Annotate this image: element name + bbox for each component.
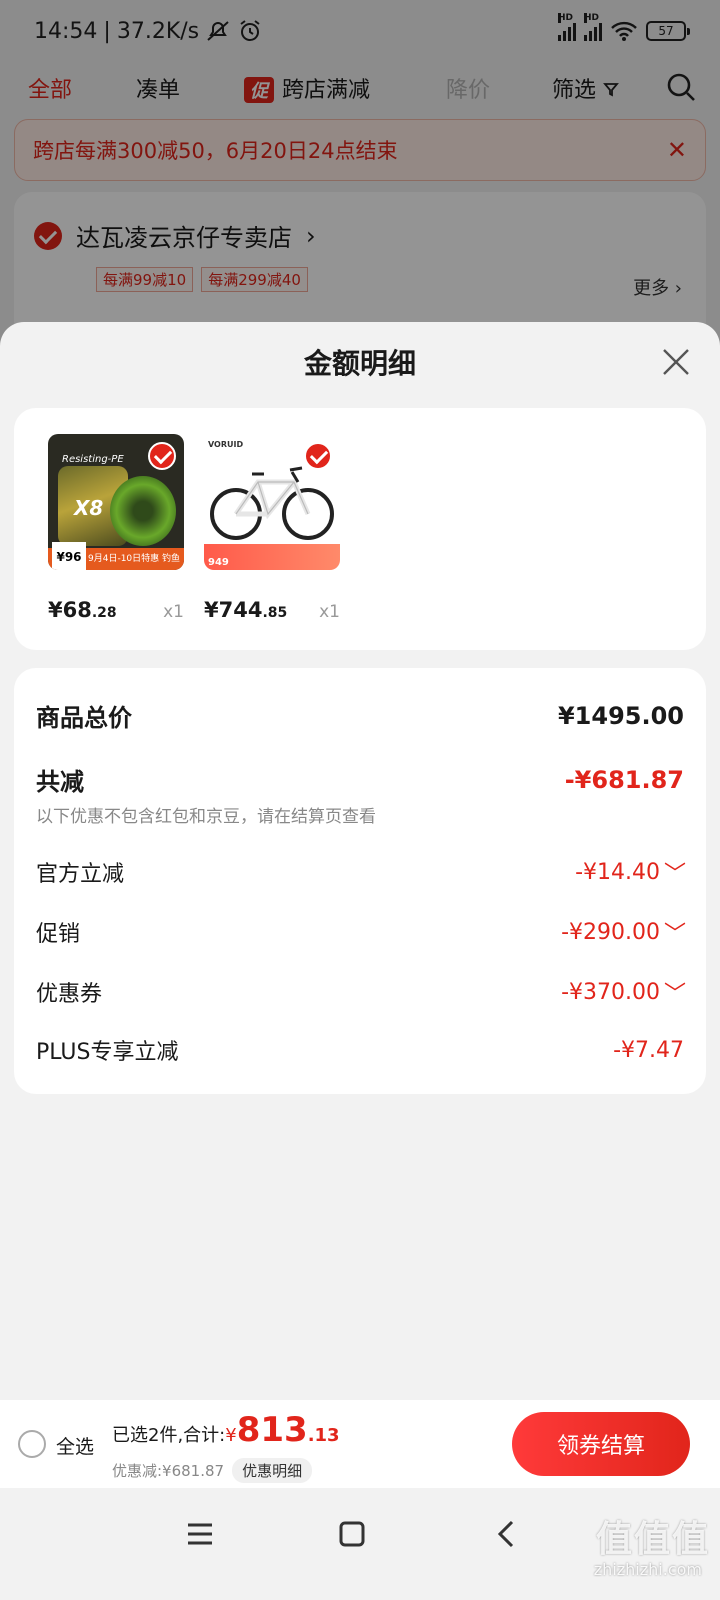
watermark-logo: 值值值 — [595, 1519, 710, 1560]
product-image-subtitle: Resisting-PE — [62, 454, 124, 465]
menu-icon[interactable] — [180, 1514, 220, 1554]
product-list: Resisting-PE X8 9月4日-10日特惠 钓鱼全场7.5-6折 ¥9… — [14, 408, 706, 650]
total-amount: 813 — [236, 1410, 308, 1450]
product-price: ¥68.28 — [48, 598, 117, 622]
official-discount-value: -¥14.40 — [575, 859, 660, 885]
checkout-button[interactable]: 领券结算 — [512, 1412, 690, 1476]
product-item[interactable]: Resisting-PE X8 9月4日-10日特惠 钓鱼全场7.5-6折 ¥9… — [48, 434, 184, 622]
chevron-down-icon: ﹀ — [664, 982, 687, 1007]
total-currency: ¥ — [225, 1425, 237, 1446]
product-check-icon — [148, 442, 176, 470]
official-discount-label: 官方立减 — [36, 862, 125, 887]
plus-discount-label: PLUS专享立减 — [36, 1040, 179, 1065]
sheet-title: 金额明细 — [303, 347, 416, 380]
chevron-down-icon: ﹀ — [664, 862, 687, 887]
promotion-value: -¥290.00 — [561, 919, 660, 945]
promotion-label: 促销 — [36, 922, 81, 947]
official-discount-row[interactable]: 官方立减 -¥14.40 ﹀ — [36, 856, 687, 888]
coupon-value: -¥370.00 — [561, 979, 660, 1005]
total-reduction-label: 共减 — [36, 768, 84, 796]
total-price-row: 商品总价 ¥1495.00 — [36, 698, 684, 733]
home-icon[interactable] — [332, 1514, 372, 1554]
product-check-icon — [304, 442, 332, 470]
coupon-row[interactable]: 优惠券 -¥370.00 ﹀ — [36, 976, 687, 1008]
product-image: Resisting-PE X8 9月4日-10日特惠 钓鱼全场7.5-6折 ¥9… — [48, 434, 184, 570]
checkout-bar: 全选 已选2件,合计:¥813.13 优惠减:¥681.87 优惠明细 领券结算 — [0, 1400, 720, 1488]
close-icon[interactable] — [658, 344, 694, 380]
plus-discount-value: -¥7.47 — [613, 1037, 684, 1063]
product-image-price: ¥96 — [52, 542, 86, 570]
price-breakdown: 商品总价 ¥1495.00 共减 -¥681.87 以下优惠不包含红包和京豆，请… — [14, 668, 706, 1094]
total-reduction-row: 共减 -¥681.87 — [36, 762, 684, 797]
select-all-checkbox[interactable] — [18, 1430, 46, 1458]
total-price-value: ¥1495.00 — [557, 701, 684, 730]
product-image: VORUID 949 — [204, 434, 340, 570]
reduction-note: 以下优惠不包含红包和京豆，请在结算页查看 — [36, 807, 376, 827]
discount-line: 优惠减:¥681.87 优惠明细 — [112, 1458, 313, 1483]
product-qty: x1 — [319, 602, 340, 622]
promotion-row[interactable]: 促销 -¥290.00 ﹀ — [36, 916, 687, 948]
product-image-title: X8 — [74, 496, 104, 520]
product-price: ¥744.85 — [204, 598, 288, 622]
product-item[interactable]: VORUID 949 ¥744.85 x1 — [204, 434, 340, 622]
watermark-url: zhizhizhi.com — [593, 1560, 702, 1579]
product-image-price: 949 — [208, 557, 229, 568]
plus-discount-row: PLUS专享立减 -¥7.47 — [36, 1034, 684, 1066]
select-all-label[interactable]: 全选 — [56, 1432, 94, 1459]
chevron-down-icon: ﹀ — [664, 922, 687, 947]
total-price-label: 商品总价 — [36, 704, 132, 732]
total-amount-decimal: .13 — [307, 1425, 340, 1446]
back-icon[interactable] — [486, 1514, 526, 1554]
discount-detail-button[interactable]: 优惠明细 — [232, 1458, 313, 1483]
selected-count-text: 已选2件,合计: — [112, 1425, 226, 1446]
total-reduction-value: -¥681.87 — [564, 765, 684, 794]
product-image-brand: VORUID — [208, 440, 244, 449]
selected-summary: 已选2件,合计:¥813.13 — [112, 1410, 340, 1450]
coupon-label: 优惠券 — [36, 982, 103, 1007]
discount-text: 优惠减:¥681.87 — [112, 1462, 225, 1480]
product-qty: x1 — [163, 602, 184, 622]
